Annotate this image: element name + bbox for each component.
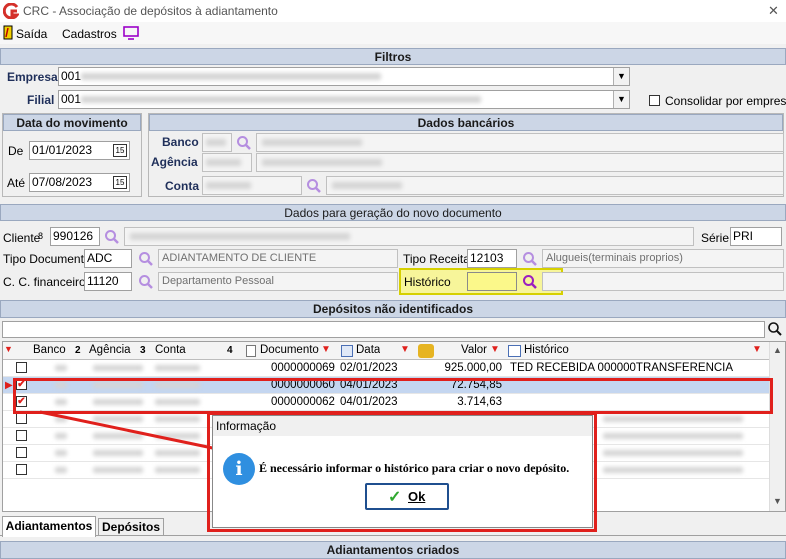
dialog-message: É necessário informar o histórico para c… (259, 461, 570, 475)
info-dialog: Informação i É necessário informar o his… (212, 415, 593, 528)
dialog-title-bar: Informação (213, 416, 592, 436)
info-icon: i (223, 453, 255, 485)
check-icon: ✓ (388, 489, 402, 506)
dialog-title: Informação (216, 419, 277, 433)
ok-label: Ok (408, 489, 426, 504)
ok-button[interactable]: ✓ Ok (365, 483, 449, 510)
